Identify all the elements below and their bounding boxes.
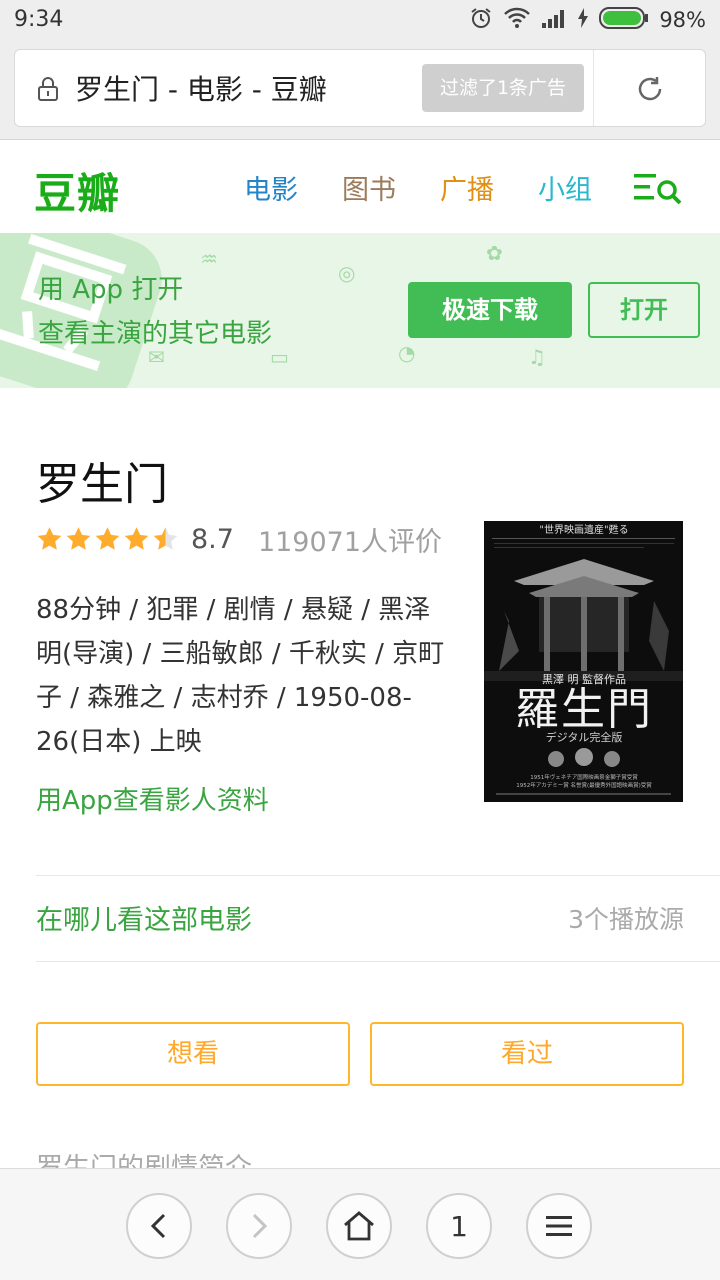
movie-meta: 88分钟 / 犯罪 / 剧情 / 悬疑 / 黑泽明(导演) / 三船敏郎 / 千… bbox=[36, 595, 445, 757]
charging-icon bbox=[577, 7, 589, 33]
doodle-icon: ▭ bbox=[270, 345, 289, 369]
status-icons: 98% bbox=[469, 6, 706, 34]
poster-title: 羅生門 bbox=[515, 684, 653, 735]
rating-score: 8.7 bbox=[191, 523, 234, 555]
poster-subtitle: デジタル完全版 bbox=[546, 730, 623, 744]
app-people-link[interactable]: 用App查看影人资料 bbox=[36, 780, 269, 817]
tab-count: 1 bbox=[450, 1209, 468, 1243]
menu-search-icon[interactable] bbox=[632, 170, 684, 210]
poster-top-caption: "世界映画遺産"甦る bbox=[539, 523, 628, 536]
forward-icon bbox=[252, 1213, 268, 1239]
watched-button[interactable]: 看过 bbox=[370, 1022, 684, 1086]
doodle-icon: ◎ bbox=[338, 261, 356, 285]
browser-bottom-bar: 1 bbox=[0, 1168, 720, 1280]
star-half-icon bbox=[153, 527, 178, 550]
back-button[interactable] bbox=[126, 1193, 192, 1259]
tabs-button[interactable]: 1 bbox=[426, 1193, 492, 1259]
ad-filter-button[interactable]: 过滤了1条广告 bbox=[422, 64, 584, 112]
status-bar: 9:34 98% bbox=[0, 0, 720, 40]
douban-app-icon bbox=[0, 233, 170, 388]
status-time: 9:34 bbox=[14, 7, 64, 32]
play-sources-count[interactable]: 3个播放源 bbox=[568, 900, 684, 936]
battery-icon bbox=[599, 6, 649, 34]
doodle-icon: ♫ bbox=[528, 345, 546, 369]
battery-percent: 98% bbox=[659, 8, 706, 32]
back-icon bbox=[150, 1213, 166, 1239]
want-to-watch-button[interactable]: 想看 bbox=[36, 1022, 350, 1086]
poster-award-1: 1951年ヴェネチア国際映画祭金獅子賞受賞 bbox=[530, 773, 638, 781]
star-full-icon bbox=[37, 527, 62, 550]
reload-icon[interactable] bbox=[635, 74, 665, 108]
nav-broadcast[interactable]: 广播 bbox=[440, 168, 494, 207]
wifi-icon bbox=[503, 6, 531, 34]
rating-row: 8.7 119071人评价 bbox=[36, 518, 442, 560]
star-full-icon bbox=[66, 527, 91, 550]
nav-book[interactable]: 图书 bbox=[342, 168, 396, 207]
doodle-icon: ◔ bbox=[398, 341, 416, 365]
movie-poster[interactable]: "世界映画遺産"甦る 黒澤 明 監督作品 羅生門 デジタル完全版 1951年ヴェ… bbox=[484, 521, 683, 802]
doodle-icon: ♒ bbox=[200, 247, 218, 271]
fast-download-button[interactable]: 极速下载 bbox=[408, 282, 572, 338]
poster-award-2: 1952年アカデミー賞 名誉賞(最優秀外国語映画賞)受賞 bbox=[516, 781, 652, 789]
site-header: 豆瓣 电影 图书 广播 小组 bbox=[0, 140, 720, 233]
promo-line-2: 查看主演的其它电影 bbox=[38, 319, 273, 349]
menu-icon bbox=[546, 1216, 572, 1236]
section-divider bbox=[36, 961, 720, 962]
star-full-icon bbox=[95, 527, 120, 550]
divider bbox=[593, 50, 594, 126]
menu-button[interactable] bbox=[526, 1193, 592, 1259]
nav-group[interactable]: 小组 bbox=[538, 168, 592, 207]
signal-icon bbox=[541, 7, 567, 33]
where-to-watch-link[interactable]: 在哪儿看这部电影 bbox=[36, 898, 252, 937]
nav-movie[interactable]: 电影 bbox=[244, 168, 298, 207]
alarm-icon bbox=[469, 6, 493, 34]
douban-logo[interactable]: 豆瓣 bbox=[34, 160, 120, 221]
rating-votes[interactable]: 119071人评价 bbox=[258, 520, 442, 559]
movie-title: 罗生门 bbox=[36, 459, 168, 510]
lock-icon bbox=[37, 76, 59, 106]
home-button[interactable] bbox=[326, 1193, 392, 1259]
star-full-icon bbox=[124, 527, 149, 550]
home-icon bbox=[344, 1211, 374, 1241]
section-divider bbox=[36, 875, 720, 876]
page-title[interactable]: 罗生门 - 电影 - 豆瓣 bbox=[75, 68, 327, 108]
rating-stars bbox=[36, 526, 179, 552]
open-app-button[interactable]: 打开 bbox=[588, 282, 700, 338]
address-bar[interactable]: 罗生门 - 电影 - 豆瓣 过滤了1条广告 bbox=[14, 49, 706, 127]
browser-toolbar: 罗生门 - 电影 - 豆瓣 过滤了1条广告 bbox=[0, 40, 720, 140]
doodle-icon: ✿ bbox=[486, 241, 503, 265]
promo-line-1: 用 App 打开 bbox=[38, 275, 184, 305]
app-promo-banner: ♒ ◎ ✉ ▭ ◔ ✿ ♫ 用 App 打开 查看主演的其它电影 极速下载 打开 bbox=[0, 233, 720, 388]
forward-button[interactable] bbox=[226, 1193, 292, 1259]
